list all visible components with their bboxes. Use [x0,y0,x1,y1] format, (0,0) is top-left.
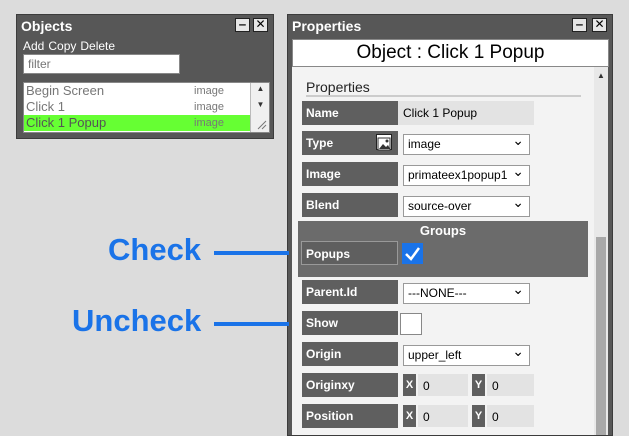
originxy-y-field[interactable]: 0 [487,374,534,396]
name-field[interactable]: Click 1 Popup [398,101,534,125]
object-list: Begin Screen image Click 1 image Click 1… [23,82,270,133]
origin-select[interactable]: upper_left [403,342,530,366]
show-label: Show [302,311,398,335]
checkmark-icon [405,247,421,261]
groups-section: Groups Popups [298,221,588,277]
position-y-tag: Y [472,405,485,427]
list-item[interactable]: Click 1 image [24,99,250,115]
objects-close-button[interactable]: ✕ [253,18,268,32]
originxy-x-tag: X [403,374,416,396]
originxy-label: Originxy [302,373,398,397]
popups-label: Popups [301,241,398,265]
list-item[interactable]: Begin Screen image [24,83,250,99]
object-name: Click 1 Popup [26,115,107,130]
type-select[interactable]: image [403,131,530,155]
object-name: Begin Screen [26,83,105,98]
properties-minimize-button[interactable]: ‒ [572,18,587,32]
parent-id-select[interactable]: ---NONE--- [403,280,530,304]
object-kind: image [194,117,224,129]
position-x-tag: X [403,405,416,427]
originxy-y-tag: Y [472,374,485,396]
properties-panel-title: Properties [292,18,362,34]
position-label: Position [302,404,398,428]
list-item-selected[interactable]: Click 1 Popup image [24,115,250,131]
section-title: Properties [306,79,581,97]
delete-button[interactable]: Delete [80,39,115,53]
object-list-items: Begin Screen image Click 1 image Click 1… [24,83,250,131]
filter-input[interactable] [23,54,180,74]
resize-grip-icon[interactable] [257,117,267,130]
image-label: Image [302,162,398,186]
type-label: Type [302,131,398,155]
type-label-text: Type [306,136,334,150]
scroll-up-arrow-icon[interactable]: ▲ [251,84,269,93]
scrollbar-thumb[interactable] [596,237,606,435]
object-kind: image [194,101,224,113]
objects-panel: Objects ‒ ✕ Add Copy Delete Begin Screen i… [16,14,274,139]
groups-title: Groups [419,223,467,238]
properties-close-button[interactable]: ✕ [592,18,607,32]
properties-panel: Properties ‒ ✕ Object : Click 1 Popup Pr… [287,14,613,436]
image-type-icon [376,134,392,151]
uncheck-pointer-line [214,322,289,326]
objects-panel-title: Objects [21,18,73,34]
check-pointer-line [214,251,289,255]
originxy-x-field[interactable]: 0 [418,374,468,396]
popups-checkbox[interactable] [402,243,423,264]
check-annotation: Check [108,232,202,267]
object-header: Object : Click 1 Popup [292,39,609,67]
origin-label: Origin [302,342,398,366]
scroll-down-arrow-icon[interactable]: ▼ [251,100,269,109]
add-button[interactable]: Add [23,39,44,53]
scroll-up-arrow-icon[interactable]: ▲ [594,71,608,80]
position-y-field[interactable]: 0 [487,405,534,427]
show-checkbox[interactable] [400,313,422,335]
objects-minimize-button[interactable]: ‒ [235,18,250,32]
position-x-field[interactable]: 0 [418,405,468,427]
image-select[interactable]: primateex1popup1 [403,165,530,186]
properties-body: Properties Name Click 1 Popup Type image… [292,67,608,435]
uncheck-annotation: Uncheck [72,303,202,338]
blend-select[interactable]: source-over [403,193,530,217]
object-name: Click 1 [26,99,66,114]
copy-button[interactable]: Copy [48,39,76,53]
object-kind: image [194,85,224,97]
properties-scrollbar[interactable]: ▲ [594,67,608,435]
objects-menu: Add Copy Delete [23,37,119,55]
blend-label: Blend [302,193,398,217]
parent-id-label: Parent.Id [302,280,398,304]
name-label: Name [302,101,398,125]
object-list-scrollbar[interactable]: ▲ ▼ [250,83,269,132]
